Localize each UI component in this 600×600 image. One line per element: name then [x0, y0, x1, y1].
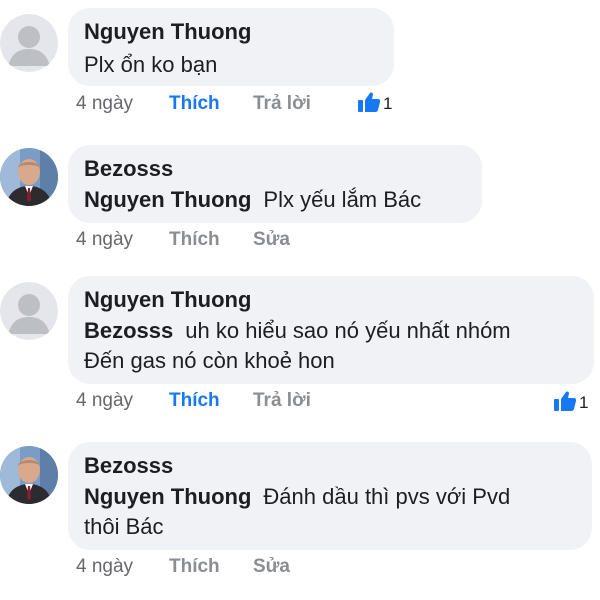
like-reaction-icon — [553, 390, 577, 417]
comment-text: thôi Bác — [84, 514, 164, 539]
comment-text-body: uh ko hiểu sao nó yếu nhất nhóm — [185, 318, 511, 343]
edit-button[interactable]: Sửa — [253, 554, 290, 580]
comment-time[interactable]: 4 ngày — [76, 554, 133, 580]
comment-text-body: Plx yếu lắm Bác — [263, 187, 422, 212]
comment-author[interactable]: Bezosss — [84, 452, 574, 480]
comment-text: Nguyen Thuong Plx yếu lắm Bác — [84, 185, 464, 215]
mention-tag[interactable]: Nguyen Thuong — [84, 484, 251, 509]
reaction-summary[interactable]: 1 — [357, 91, 392, 117]
comment-text: Plx ổn ko bạn — [84, 52, 218, 77]
comment-text-body: Đánh dầu thì pvs với Pvd — [263, 484, 511, 509]
comment-text: Đến gas nó còn khoẻ hon — [84, 348, 335, 373]
like-button[interactable]: Thích — [169, 91, 220, 117]
edit-button[interactable]: Sửa — [253, 227, 290, 253]
reply-button[interactable]: Trả lời — [253, 388, 311, 414]
comment-author[interactable]: Nguyen Thuong — [84, 18, 376, 46]
like-button[interactable]: Thích — [169, 388, 220, 414]
comment-bubble: Bezosss Nguyen Thuong Plx yếu lắm Bác — [68, 145, 482, 223]
mention-tag[interactable]: Nguyen Thuong — [84, 187, 251, 212]
photo-avatar-icon[interactable] — [0, 148, 58, 206]
default-avatar-icon[interactable] — [0, 14, 58, 72]
comment-author[interactable]: Bezosss — [84, 155, 464, 183]
comment-time[interactable]: 4 ngày — [76, 227, 133, 253]
comment-bubble: Bezosss Nguyen Thuong Đánh dầu thì pvs vớ… — [68, 442, 592, 550]
comment-time[interactable]: 4 ngày — [76, 91, 133, 117]
comment-time[interactable]: 4 ngày — [76, 388, 133, 414]
comment-bubble: Nguyen Thuong Plx ổn ko bạn — [68, 8, 394, 86]
reaction-summary[interactable]: 1 — [553, 390, 588, 416]
reaction-count: 1 — [579, 393, 589, 412]
comment-text: Bezosss uh ko hiểu sao nó yếu nhất nhóm — [84, 316, 576, 346]
photo-avatar-icon[interactable] — [0, 446, 58, 504]
comment-bubble: Nguyen Thuong Bezosss uh ko hiểu sao nó y… — [68, 276, 594, 384]
mention-tag[interactable]: Bezosss — [84, 318, 173, 343]
like-reaction-icon — [357, 91, 381, 118]
reaction-count: 1 — [383, 94, 393, 113]
like-button[interactable]: Thích — [169, 554, 220, 580]
reply-button[interactable]: Trả lời — [253, 91, 311, 117]
default-avatar-icon[interactable] — [0, 282, 58, 340]
comment-text: Nguyen Thuong Đánh dầu thì pvs với Pvd — [84, 482, 574, 512]
like-button[interactable]: Thích — [169, 227, 220, 253]
comment-author[interactable]: Nguyen Thuong — [84, 286, 576, 314]
